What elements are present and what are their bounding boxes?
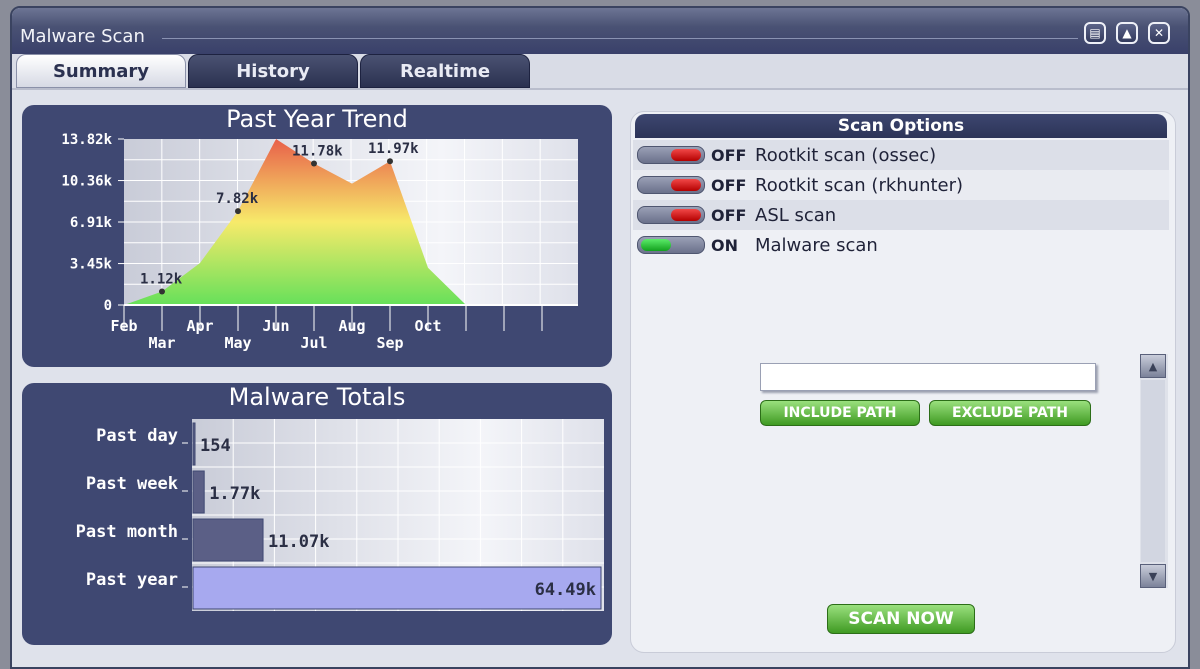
y-tick-label: 0 bbox=[104, 298, 112, 314]
asl-state: OFF bbox=[711, 205, 747, 225]
exclude-path-button[interactable]: EXCLUDE PATH bbox=[929, 400, 1091, 426]
ossec-label: Rootkit scan (ossec) bbox=[755, 144, 937, 166]
totals-value-label: 154 bbox=[200, 436, 231, 456]
x-tick-label: Jul bbox=[300, 334, 327, 352]
totals-chart: Past day 154 Past week 1.77k Past month 11.07… bbox=[76, 419, 604, 611]
trend-point bbox=[235, 208, 241, 215]
rkhunter-state: OFF bbox=[711, 175, 747, 195]
scan-now-button[interactable]: SCAN NOW bbox=[827, 604, 975, 634]
tab-summary[interactable]: Summary bbox=[16, 54, 186, 88]
totals-value-label: 11.07k bbox=[268, 532, 329, 552]
malware-scan-window: Malware Scan ▤ ▲ ✕ Summary History Realt… bbox=[10, 6, 1190, 669]
totals-panel: Malware Totals Past day 154 Past week 1.77k… bbox=[22, 383, 612, 645]
tab-history[interactable]: History bbox=[188, 54, 358, 88]
y-tick-label: 3.45k bbox=[70, 257, 113, 273]
y-tick-label: 13.82k bbox=[61, 132, 112, 148]
option-row-ossec: OFF Rootkit scan (ossec) bbox=[633, 140, 1169, 170]
ossec-toggle[interactable] bbox=[637, 146, 705, 164]
asl-toggle[interactable] bbox=[637, 206, 705, 224]
malware-label: Malware scan bbox=[755, 234, 878, 256]
close-icon: ✕ bbox=[1153, 26, 1165, 40]
arrow-down-icon: ▼ bbox=[1148, 569, 1158, 583]
ossec-state: OFF bbox=[711, 145, 747, 165]
x-tick-label: Oct bbox=[414, 317, 441, 335]
restore-icon: ▤ bbox=[1089, 26, 1101, 40]
trend-panel: Past Year Trend 1.12k 7.82k 11.78k 11.97k 13… bbox=[22, 105, 612, 367]
malware-toggle[interactable] bbox=[637, 236, 705, 254]
summary-content: Past Year Trend 1.12k 7.82k 11.78k 11.97k 13… bbox=[12, 88, 1188, 667]
x-tick-label: Apr bbox=[186, 317, 213, 335]
scroll-track[interactable] bbox=[1141, 380, 1165, 562]
rkhunter-toggle[interactable] bbox=[637, 176, 705, 194]
restore-button[interactable]: ▤ bbox=[1084, 22, 1106, 44]
toggle-knob bbox=[671, 179, 701, 191]
y-tick-label: 6.91k bbox=[70, 215, 113, 231]
option-row-malware: ON Malware scan bbox=[633, 230, 1169, 260]
trend-data-label: 7.82k bbox=[216, 191, 259, 207]
trend-data-label: 11.78k bbox=[292, 144, 343, 160]
x-tick-label: Jun bbox=[262, 317, 289, 335]
pin-icon: ▲ bbox=[1122, 26, 1132, 40]
x-tick-label: Feb bbox=[110, 317, 137, 335]
x-tick-label: Aug bbox=[338, 317, 365, 335]
totals-bar bbox=[192, 518, 264, 562]
toggle-knob bbox=[641, 239, 671, 251]
title-divider bbox=[162, 38, 1078, 39]
option-row-asl: OFF ASL scan bbox=[633, 200, 1169, 230]
toggle-knob bbox=[671, 149, 701, 161]
rkhunter-label: Rootkit scan (rkhunter) bbox=[755, 174, 964, 196]
window-title: Malware Scan bbox=[20, 26, 145, 47]
scroll-up-button[interactable]: ▲ bbox=[1140, 354, 1166, 378]
option-row-rkhunter: OFF Rootkit scan (rkhunter) bbox=[633, 170, 1169, 200]
scroll-down-button[interactable]: ▼ bbox=[1140, 564, 1166, 588]
scan-options-title: Scan Options bbox=[635, 114, 1167, 138]
arrow-up-icon: ▲ bbox=[1148, 359, 1158, 373]
trend-chart: 1.12k 7.82k 11.78k 11.97k 13.82k 10.36k 6.91k 3… bbox=[61, 132, 578, 352]
x-tick-label: May bbox=[224, 334, 251, 352]
totals-value-label: 1.77k bbox=[209, 484, 260, 504]
y-tick-label: 10.36k bbox=[61, 174, 112, 190]
path-input[interactable] bbox=[760, 363, 1096, 391]
close-button[interactable]: ✕ bbox=[1148, 22, 1170, 44]
pin-button[interactable]: ▲ bbox=[1116, 22, 1138, 44]
totals-bar bbox=[192, 422, 196, 466]
title-bar[interactable]: Malware Scan ▤ ▲ ✕ bbox=[12, 8, 1188, 54]
totals-category-label: Past week bbox=[86, 474, 178, 494]
toggle-knob bbox=[671, 209, 701, 221]
totals-category-label: Past day bbox=[96, 426, 178, 446]
trend-point bbox=[387, 158, 393, 165]
totals-value-label: 64.49k bbox=[535, 580, 596, 600]
trend-point bbox=[311, 160, 317, 167]
totals-category-label: Past year bbox=[86, 570, 178, 590]
trend-data-label: 1.12k bbox=[140, 272, 183, 288]
trend-point bbox=[159, 288, 165, 295]
totals-bar bbox=[192, 470, 205, 514]
trend-data-label: 11.97k bbox=[368, 141, 419, 157]
tab-realtime[interactable]: Realtime bbox=[360, 54, 530, 88]
include-path-button[interactable]: INCLUDE PATH bbox=[760, 400, 920, 426]
x-tick-label: Mar bbox=[148, 334, 175, 352]
malware-state: ON bbox=[711, 235, 738, 255]
asl-label: ASL scan bbox=[755, 204, 837, 226]
x-tick-label: Sep bbox=[376, 334, 403, 352]
options-scrollbar[interactable]: ▲ ▼ bbox=[1140, 354, 1168, 588]
totals-category-label: Past month bbox=[76, 522, 178, 542]
